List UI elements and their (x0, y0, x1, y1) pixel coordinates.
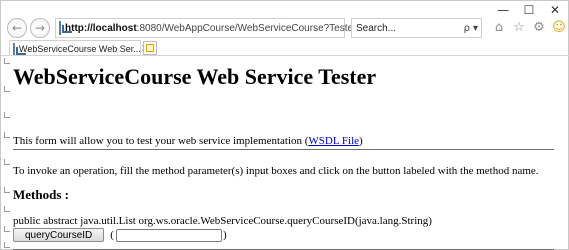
tab-webservicecourse[interactable]: WebServiceCourse Web Ser... × (9, 40, 149, 56)
page-favicon-icon (59, 21, 72, 35)
url-text[interactable]: http://localhost:8080/WebAppCourse/WebSe… (65, 23, 356, 34)
tab-strip: WebServiceCourse Web Ser... × (1, 40, 569, 56)
feedback-smiley-icon[interactable]: ☺ (551, 19, 567, 35)
method-invoke-row: queryCourseID ( ) (13, 228, 227, 242)
settings-gear-icon[interactable]: ⚙ (531, 19, 547, 35)
page-title: WebServiceCourse Web Service Tester (13, 64, 377, 89)
intro-suffix: ) (359, 135, 363, 147)
tab-favicon-icon (13, 42, 26, 55)
paren-close: ) (222, 229, 227, 241)
intro-prefix: This form will allow you to test your we… (13, 135, 309, 147)
search-dropdown-icon[interactable]: ▾ (473, 23, 478, 34)
margin-marker (4, 112, 10, 118)
forward-button[interactable]: → (30, 18, 50, 38)
intro-text: This form will allow you to test your we… (13, 135, 363, 147)
margin-marker (4, 132, 10, 138)
navigation-bar: ← → http://localhost:8080/WebAppCourse/W… (1, 16, 569, 40)
margin-marker (4, 206, 10, 212)
search-box[interactable]: Search... ρ ▾ (351, 18, 482, 38)
home-icon[interactable]: ⌂ (491, 19, 507, 35)
forward-arrow-icon: → (34, 21, 46, 35)
parameter-input[interactable] (115, 228, 222, 242)
paren-open: ( (110, 229, 114, 241)
browser-window: — ☐ ✕ ← → http://localhost:8080/WebAppCo… (0, 0, 569, 250)
margin-marker (4, 86, 10, 92)
margin-marker (4, 159, 10, 165)
browser-toolbar-icons: ⌂ ☆ ⚙ ☺ (491, 19, 567, 35)
methods-heading: Methods : (13, 187, 69, 202)
margin-marker (4, 242, 10, 248)
divider (13, 149, 554, 150)
new-tab-button[interactable] (143, 41, 157, 55)
margin-marker (4, 226, 10, 232)
instructions-text: To invoke an operation, fill the method … (13, 165, 539, 177)
back-arrow-icon: ← (11, 21, 23, 35)
search-input[interactable]: Search... (356, 23, 464, 34)
search-icon[interactable]: ρ (464, 23, 470, 34)
margin-marker (4, 58, 10, 64)
wsdl-file-link[interactable]: WSDL File (308, 135, 359, 147)
page-content: WebServiceCourse Web Service Tester This… (1, 56, 569, 250)
querycourseid-button[interactable]: queryCourseID (13, 228, 105, 242)
back-button[interactable]: ← (7, 18, 27, 38)
address-bar[interactable]: http://localhost:8080/WebAppCourse/WebSe… (55, 18, 367, 38)
url-path: :8080/WebAppCourse/WebServiceCourse?Test… (136, 22, 357, 34)
favorites-star-icon[interactable]: ☆ (511, 19, 527, 35)
margin-marker (4, 187, 10, 193)
url-host: http://localhost (65, 22, 137, 34)
tab-title: WebServiceCourse Web Ser... (19, 43, 141, 54)
method-signature: public abstract java.util.List org.ws.or… (13, 215, 432, 227)
